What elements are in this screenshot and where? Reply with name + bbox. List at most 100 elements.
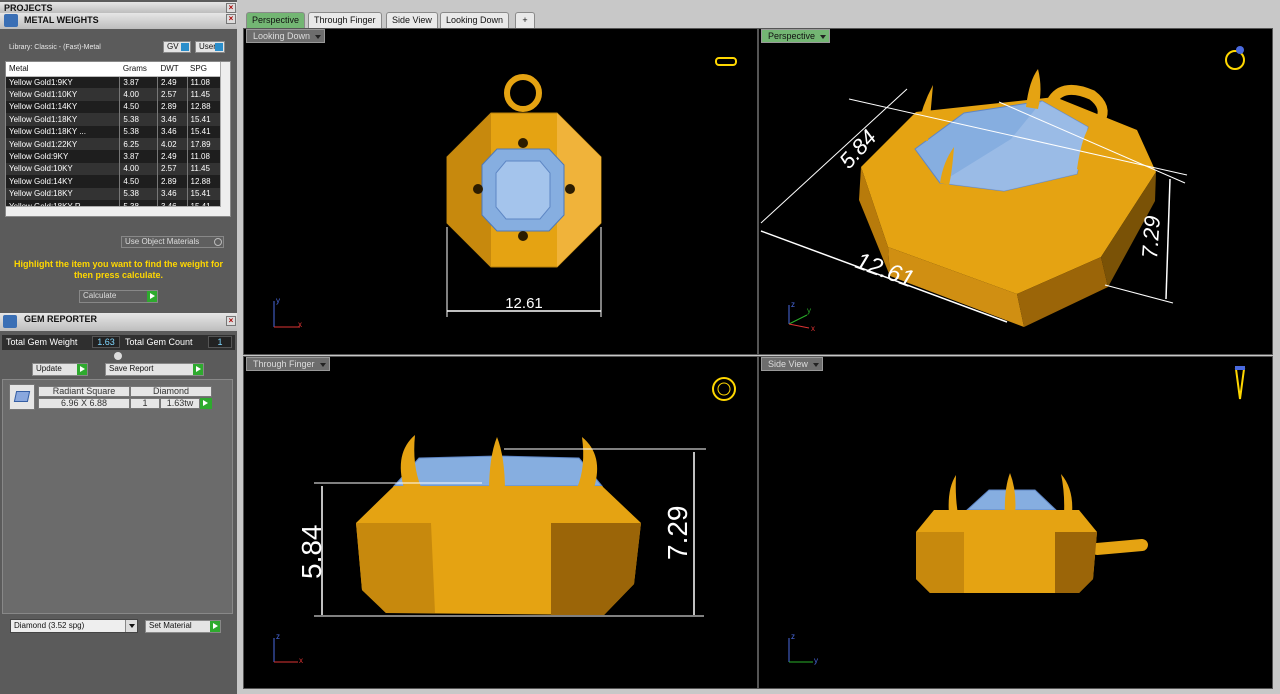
gem-list: Radiant Square Diamond 6.96 X 6.88 1 1.6… (2, 379, 233, 614)
tab-looking-down[interactable]: Looking Down (440, 12, 510, 28)
table-cell: 17.89 (187, 137, 222, 151)
calculate-button[interactable]: Calculate (79, 290, 158, 303)
ring-orientation-icon[interactable] (715, 57, 737, 66)
viewport-side-view[interactable]: Side View zy (758, 356, 1273, 689)
gem-reporter-title: GEM REPORTER × (0, 313, 237, 331)
ring-gem-icon (1236, 46, 1244, 54)
vertical-scrollbar[interactable] (220, 62, 230, 216)
table-cell: 4.50 (119, 100, 158, 114)
viewport-through-finger[interactable]: Through Finger 5.84 7.29 zx (243, 356, 758, 689)
close-icon[interactable]: × (226, 316, 236, 326)
table-cell: Yellow Gold:14KY (6, 175, 121, 188)
table-row[interactable]: Yellow Gold:9KY 3.87 2.49 11.08 (6, 150, 222, 163)
save-report-button[interactable]: Save Report (105, 363, 204, 376)
table-cell: Yellow Gold:18KY (6, 187, 121, 200)
library-label: Library: Classic - (Fast)-Metal (9, 44, 101, 51)
table-row[interactable]: Yellow Gold1:18KY ... 5.38 3.46 15.41 (6, 125, 222, 138)
table-cell: 15.41 (187, 113, 222, 126)
table-cell: Yellow Gold:10KY (6, 162, 121, 176)
total-gem-weight-value: 1.63 (92, 336, 120, 348)
viewport-label-through-finger: Through Finger (246, 357, 330, 371)
viewport-label-perspective[interactable]: Perspective (761, 29, 831, 43)
through-finger-render: 5.84 7.29 zx (273, 377, 736, 665)
left-panel: PROJECTS × METAL WEIGHTS × Library: Classi… (0, 0, 237, 694)
table-cell: 3.87 (119, 76, 158, 89)
gem-size: 6.96 X 6.88 (38, 398, 130, 409)
ring-orientation-icon[interactable] (712, 377, 736, 401)
ring-side-orientation-icon[interactable] (1234, 368, 1246, 400)
metal-weights-title: METAL WEIGHTS × (0, 13, 237, 29)
prong (489, 437, 505, 492)
gem-list-item[interactable]: Radiant Square Diamond 6.96 X 6.88 1 1.6… (6, 383, 212, 411)
perspective-render: 5.84 12.61 7.29 zyx (760, 46, 1245, 333)
table-cell: 4.00 (119, 162, 158, 176)
axis-gizmo: zx (273, 632, 303, 665)
chevron-down-icon (125, 620, 137, 632)
metal-weights-icon (4, 14, 18, 27)
user-toggle[interactable]: User (195, 41, 225, 53)
viewport-label-side-view: Side View (761, 357, 823, 371)
use-object-materials-button[interactable]: Use Object Materials (121, 236, 224, 248)
looking-down-render: 12.61 yx (273, 57, 737, 329)
pendant-bail (504, 74, 542, 112)
dimension-right-label: 7.29 (662, 506, 693, 561)
table-cell: 11.45 (187, 162, 222, 176)
table-cell: 12.88 (187, 100, 222, 114)
update-button[interactable]: Update (32, 363, 88, 376)
prong (473, 184, 483, 194)
horizontal-scrollbar[interactable] (6, 206, 221, 216)
viewport-perspective[interactable]: Perspective 5.84 12.61 7.29 z y x (758, 28, 1273, 355)
material-select[interactable]: Diamond (3.52 spg) (10, 619, 138, 633)
dimension-c-label: 7.29 (1137, 215, 1165, 259)
column-header[interactable]: DWT (157, 62, 188, 77)
gem-shape: Radiant Square (38, 386, 130, 397)
prong (518, 231, 528, 241)
gem-count: 1 (130, 398, 160, 409)
add-tab-button[interactable]: + (515, 12, 535, 28)
tab-side-view[interactable]: Side View (386, 12, 438, 28)
splitter-handle[interactable] (114, 352, 122, 360)
prong (518, 138, 528, 148)
table-row[interactable]: Yellow Gold:18KY 5.38 3.46 15.41 (6, 187, 222, 200)
table-cell: Yellow Gold1:14KY (6, 100, 121, 114)
ring-gem-icon (1235, 366, 1245, 370)
svg-text:z: z (791, 632, 795, 641)
table-cell: 3.46 (157, 187, 188, 200)
total-gem-count-value: 1 (208, 336, 232, 348)
column-header[interactable]: Grams (119, 62, 158, 77)
table-cell: Yellow Gold:9KY (6, 150, 121, 163)
table-cell: 4.00 (119, 88, 158, 101)
close-icon[interactable]: × (226, 14, 236, 24)
column-header[interactable]: SPG (187, 62, 221, 77)
table-cell: 15.41 (187, 125, 222, 138)
gem-reporter-icon (3, 315, 17, 328)
table-row[interactable]: Yellow Gold1:10KY 4.00 2.57 11.45 (6, 88, 222, 101)
table-row[interactable]: Yellow Gold:10KY 4.00 2.57 11.45 (6, 162, 222, 176)
table-row[interactable]: Yellow Gold1:9KY 3.87 2.49 11.08 (6, 76, 222, 89)
svg-text:y: y (276, 296, 280, 305)
table-row[interactable]: Yellow Gold1:18KY 5.38 3.46 15.41 (6, 113, 222, 126)
table-cell: Yellow Gold1:18KY (6, 113, 121, 126)
set-material-button[interactable]: Set Material (145, 620, 221, 633)
table-cell: 11.08 (187, 76, 222, 89)
table-row[interactable]: Yellow Gold1:14KY 4.50 2.89 12.88 (6, 100, 222, 114)
viewport-label-looking-down[interactable]: Looking Down (246, 29, 326, 43)
gv-toggle[interactable]: GV (163, 41, 191, 53)
pendant-side-facet (916, 532, 964, 593)
prong (948, 475, 958, 514)
pendant-side-facet (356, 523, 435, 613)
prong (1061, 474, 1073, 514)
gem-go-button[interactable] (200, 398, 212, 409)
table-cell: Yellow Gold1:18KY ... (6, 125, 121, 138)
tab-perspective[interactable]: Perspective (246, 12, 306, 28)
table-cell: Yellow Gold1:10KY (6, 88, 121, 101)
column-header[interactable]: Metal (6, 62, 120, 77)
tab-through-finger[interactable]: Through Finger (308, 12, 382, 28)
side-view-render: zy (788, 366, 1246, 665)
close-icon[interactable]: × (226, 3, 236, 13)
prong (1004, 473, 1016, 514)
table-row[interactable]: Yellow Gold1:22KY 6.25 4.02 17.89 (6, 137, 222, 151)
table-row[interactable]: Yellow Gold:14KY 4.50 2.89 12.88 (6, 175, 222, 188)
pendant-side-facet (551, 523, 641, 615)
viewport-looking-down[interactable]: Looking Down 12.61 yx (243, 28, 758, 355)
